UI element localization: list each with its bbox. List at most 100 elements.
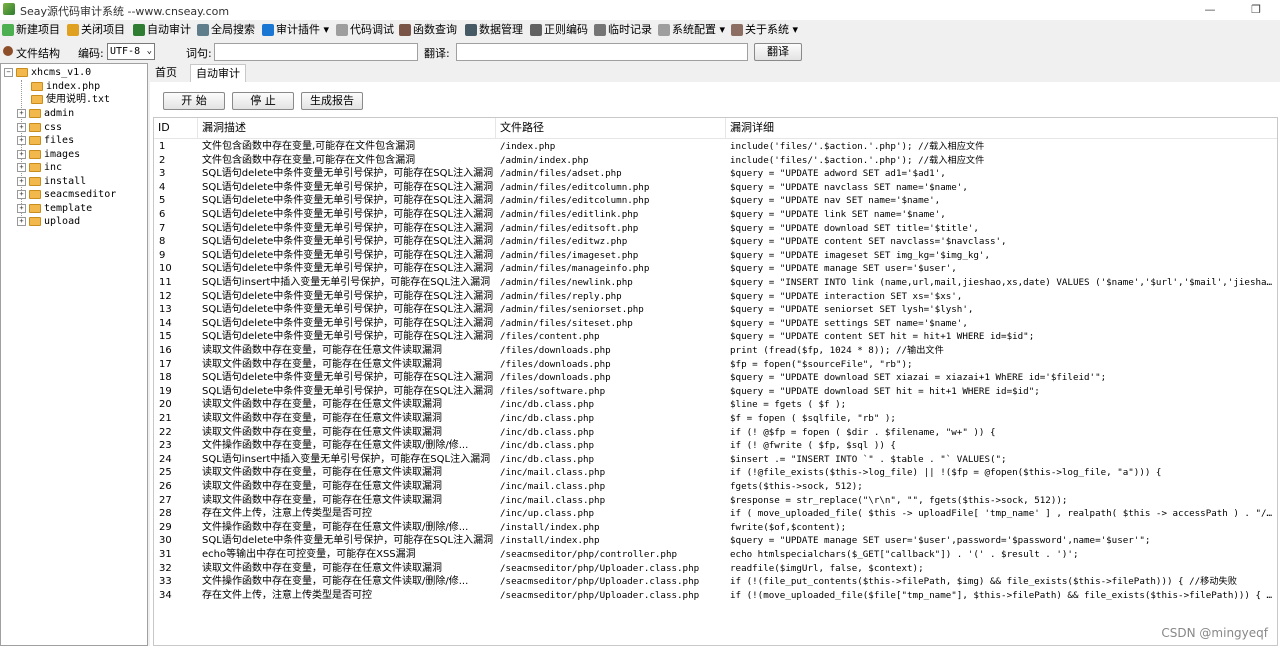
generate-report-button[interactable]: 生成报告 bbox=[301, 92, 363, 110]
column-header-id[interactable]: ID bbox=[154, 118, 198, 138]
table-row[interactable]: 25 读取文件函数中存在变量，可能存在任意文件读取漏洞/inc/mail.clas… bbox=[154, 466, 1277, 480]
tree-item-admin[interactable]: + admin bbox=[17, 107, 74, 120]
table-row[interactable]: 33 文件操作函数中存在变量，可能存在任意文件读取/删除/修... /seacmse… bbox=[154, 575, 1277, 589]
encoding-select[interactable]: UTF-8 ⌄ bbox=[107, 43, 155, 60]
tree-item-upload[interactable]: + upload bbox=[17, 215, 80, 228]
cell-detail: $line = fgets ( $f ); bbox=[730, 399, 847, 411]
temp-record-button[interactable]: 临时记录 bbox=[594, 22, 652, 38]
table-row[interactable]: 13 SQL语句delete中条件变量无单引号保护，可能存在SQL注入漏洞/adm… bbox=[154, 303, 1277, 317]
cell-id: 12 bbox=[159, 290, 172, 302]
expand-icon[interactable]: + bbox=[17, 123, 26, 132]
cell-description: SQL语句delete中条件变量无单引号保护，可能存在SQL注入漏洞 bbox=[202, 304, 494, 316]
table-row[interactable]: 22 读取文件函数中存在变量，可能存在任意文件读取漏洞/inc/db.class.… bbox=[154, 426, 1277, 440]
table-row[interactable]: 4 SQL语句delete中条件变量无单引号保护，可能存在SQL注入漏洞/admi… bbox=[154, 181, 1277, 195]
tree-item-index-php[interactable]: index.php bbox=[31, 80, 100, 93]
table-row[interactable]: 19 SQL语句delete中条件变量无单引号保护，可能存在SQL注入漏洞/fil… bbox=[154, 385, 1277, 399]
cell-path: /seacmseditor/php/controller.php bbox=[500, 549, 678, 560]
table-row[interactable]: 6 SQL语句delete中条件变量无单引号保护，可能存在SQL注入漏洞/admi… bbox=[154, 208, 1277, 222]
folder-icon bbox=[29, 136, 41, 145]
start-button[interactable]: 开 始 bbox=[163, 92, 225, 110]
collapse-icon[interactable]: − bbox=[4, 68, 13, 77]
column-header-description[interactable]: 漏洞描述 bbox=[198, 118, 496, 138]
tab-home[interactable]: 首页 bbox=[150, 64, 182, 81]
audit-plugin-menu[interactable]: 审计插件 ▾ bbox=[262, 22, 329, 38]
table-row[interactable]: 23 文件操作函数中存在变量，可能存在任意文件读取/删除/修... /inc/db.… bbox=[154, 439, 1277, 453]
expand-icon[interactable]: + bbox=[17, 136, 26, 145]
tree-item-install[interactable]: + install bbox=[17, 175, 86, 188]
table-row[interactable]: 20 读取文件函数中存在变量，可能存在任意文件读取漏洞/inc/db.class.… bbox=[154, 398, 1277, 412]
tree-root[interactable]: − xhcms_v1.0 bbox=[4, 66, 91, 79]
table-row[interactable]: 12 SQL语句delete中条件变量无单引号保护，可能存在SQL注入漏洞/adm… bbox=[154, 290, 1277, 304]
table-row[interactable]: 11 SQL语句insert中插入变量无单引号保护，可能存在SQL注入漏洞/adm… bbox=[154, 276, 1277, 290]
tree-item-seacmseditor[interactable]: + seacmseditor bbox=[17, 188, 116, 201]
column-header-detail[interactable]: 漏洞详细 bbox=[726, 118, 1277, 138]
table-row[interactable]: 17 读取文件函数中存在变量，可能存在任意文件读取漏洞/files/downloa… bbox=[154, 358, 1277, 372]
table-row[interactable]: 24 SQL语句insert中插入变量无单引号保护，可能存在SQL注入漏洞/inc… bbox=[154, 453, 1277, 467]
table-row[interactable]: 34 存在文件上传，注意上传类型是否可控/seacmseditor/php/Upl… bbox=[154, 589, 1277, 603]
maximize-button[interactable]: ❐ bbox=[1233, 0, 1279, 20]
close-project-button[interactable]: 关闭项目 bbox=[67, 22, 125, 38]
table-row[interactable]: 14 SQL语句delete中条件变量无单引号保护，可能存在SQL注入漏洞/adm… bbox=[154, 317, 1277, 331]
table-row[interactable]: 2 文件包含函数中存在变量,可能存在文件包含漏洞/admin/index.php i… bbox=[154, 154, 1277, 168]
new-project-button[interactable]: 新建项目 bbox=[2, 22, 60, 38]
table-row[interactable]: 8 SQL语句delete中条件变量无单引号保护，可能存在SQL注入漏洞/admi… bbox=[154, 235, 1277, 249]
tree-item-files[interactable]: + files bbox=[17, 134, 74, 147]
function-search-button[interactable]: 函数查询 bbox=[399, 22, 457, 38]
translate-button[interactable]: 翻译 bbox=[754, 43, 802, 61]
cell-path: /files/downloads.php bbox=[500, 345, 611, 356]
translate-input[interactable] bbox=[456, 43, 748, 61]
tab-auto-audit[interactable]: 自动审计 bbox=[190, 64, 246, 83]
table-row[interactable]: 21 读取文件函数中存在变量，可能存在任意文件读取漏洞/inc/db.class.… bbox=[154, 412, 1277, 426]
cell-detail: if (!@file_exists($this->log_file) || !(… bbox=[730, 467, 1162, 479]
table-row[interactable]: 3 SQL语句delete中条件变量无单引号保护，可能存在SQL注入漏洞/admi… bbox=[154, 167, 1277, 181]
auto-audit-button[interactable]: 自动审计 bbox=[133, 22, 191, 38]
table-row[interactable]: 30 SQL语句delete中条件变量无单引号保护，可能存在SQL注入漏洞/ins… bbox=[154, 534, 1277, 548]
expand-icon[interactable]: + bbox=[17, 163, 26, 172]
tree-item-images[interactable]: + images bbox=[17, 148, 80, 161]
table-row[interactable]: 32 读取文件函数中存在变量，可能存在任意文件读取漏洞/seacmseditor/… bbox=[154, 562, 1277, 576]
expand-icon[interactable]: + bbox=[17, 204, 26, 213]
tree-item-template[interactable]: + template bbox=[17, 202, 92, 215]
table-row[interactable]: 28 存在文件上传，注意上传类型是否可控/inc/up.class.php if (… bbox=[154, 507, 1277, 521]
table-row[interactable]: 10 SQL语句delete中条件变量无单引号保护，可能存在SQL注入漏洞/adm… bbox=[154, 262, 1277, 276]
cell-id: 30 bbox=[159, 535, 172, 547]
table-row[interactable]: 15 SQL语句delete中条件变量无单引号保护，可能存在SQL注入漏洞/fil… bbox=[154, 330, 1277, 344]
code-debug-button[interactable]: 代码调试 bbox=[336, 22, 394, 38]
table-row[interactable]: 1 文件包含函数中存在变量,可能存在文件包含漏洞/index.php include… bbox=[154, 140, 1277, 154]
table-row[interactable]: 31 echo等输出中存在可控变量，可能存在XSS漏洞/seacmseditor/… bbox=[154, 548, 1277, 562]
cell-path: /inc/up.class.php bbox=[500, 508, 595, 520]
expand-icon[interactable]: + bbox=[17, 109, 26, 118]
table-row[interactable]: 5 SQL语句delete中条件变量无单引号保护，可能存在SQL注入漏洞/admi… bbox=[154, 194, 1277, 208]
about-system-menu[interactable]: 关于系统 ▾ bbox=[731, 22, 798, 38]
file-tree[interactable]: − xhcms_v1.0 index.php 使用说明.txt + admin + c… bbox=[0, 63, 148, 646]
cell-path: /seacmseditor/php/Uploader.class.php bbox=[500, 576, 700, 588]
global-search-button[interactable]: 全局搜索 bbox=[197, 22, 255, 38]
tree-item-inc[interactable]: + inc bbox=[17, 161, 62, 174]
tree-item-readme[interactable]: 使用说明.txt bbox=[31, 93, 110, 106]
minimize-button[interactable]: — bbox=[1187, 0, 1233, 20]
table-row[interactable]: 16 读取文件函数中存在变量，可能存在任意文件读取漏洞/files/downloa… bbox=[154, 344, 1277, 358]
tree-item-css[interactable]: + css bbox=[17, 121, 62, 134]
expand-icon[interactable]: + bbox=[17, 190, 26, 199]
table-row[interactable]: 9 SQL语句delete中条件变量无单引号保护，可能存在SQL注入漏洞/admi… bbox=[154, 249, 1277, 263]
table-row[interactable]: 27 读取文件函数中存在变量，可能存在任意文件读取漏洞/inc/mail.clas… bbox=[154, 494, 1277, 508]
word-input[interactable] bbox=[214, 43, 418, 61]
cell-description: SQL语句delete中条件变量无单引号保护，可能存在SQL注入漏洞 bbox=[202, 222, 494, 234]
system-config-menu[interactable]: 系统配置 ▾ bbox=[658, 22, 725, 38]
expand-icon[interactable]: + bbox=[17, 217, 26, 226]
stop-button[interactable]: 停 止 bbox=[232, 92, 294, 110]
expand-icon[interactable]: + bbox=[17, 177, 26, 186]
regex-encode-button[interactable]: 正则编码 bbox=[530, 22, 588, 38]
cell-path: /admin/files/newlink.php bbox=[500, 277, 633, 288]
cell-detail: $query = "UPDATE download SET xiazai = x… bbox=[730, 372, 1107, 384]
data-manage-button[interactable]: 数据管理 bbox=[465, 22, 523, 38]
cell-detail: $fp = fopen("$sourceFile", "rb"); bbox=[730, 358, 913, 370]
table-row[interactable]: 26 读取文件函数中存在变量，可能存在任意文件读取漏洞/inc/mail.clas… bbox=[154, 480, 1277, 494]
column-header-path[interactable]: 文件路径 bbox=[496, 118, 726, 138]
cell-path: /admin/files/imageset.php bbox=[500, 249, 639, 261]
table-row[interactable]: 18 SQL语句delete中条件变量无单引号保护，可能存在SQL注入漏洞/fil… bbox=[154, 371, 1277, 385]
expand-icon[interactable]: + bbox=[17, 150, 26, 159]
cell-detail: fwrite($of,$content); bbox=[730, 521, 847, 533]
table-row[interactable]: 29 文件操作函数中存在变量，可能存在任意文件读取/删除/修... /install… bbox=[154, 521, 1277, 535]
table-row[interactable]: 7 SQL语句delete中条件变量无单引号保护，可能存在SQL注入漏洞/admi… bbox=[154, 222, 1277, 236]
